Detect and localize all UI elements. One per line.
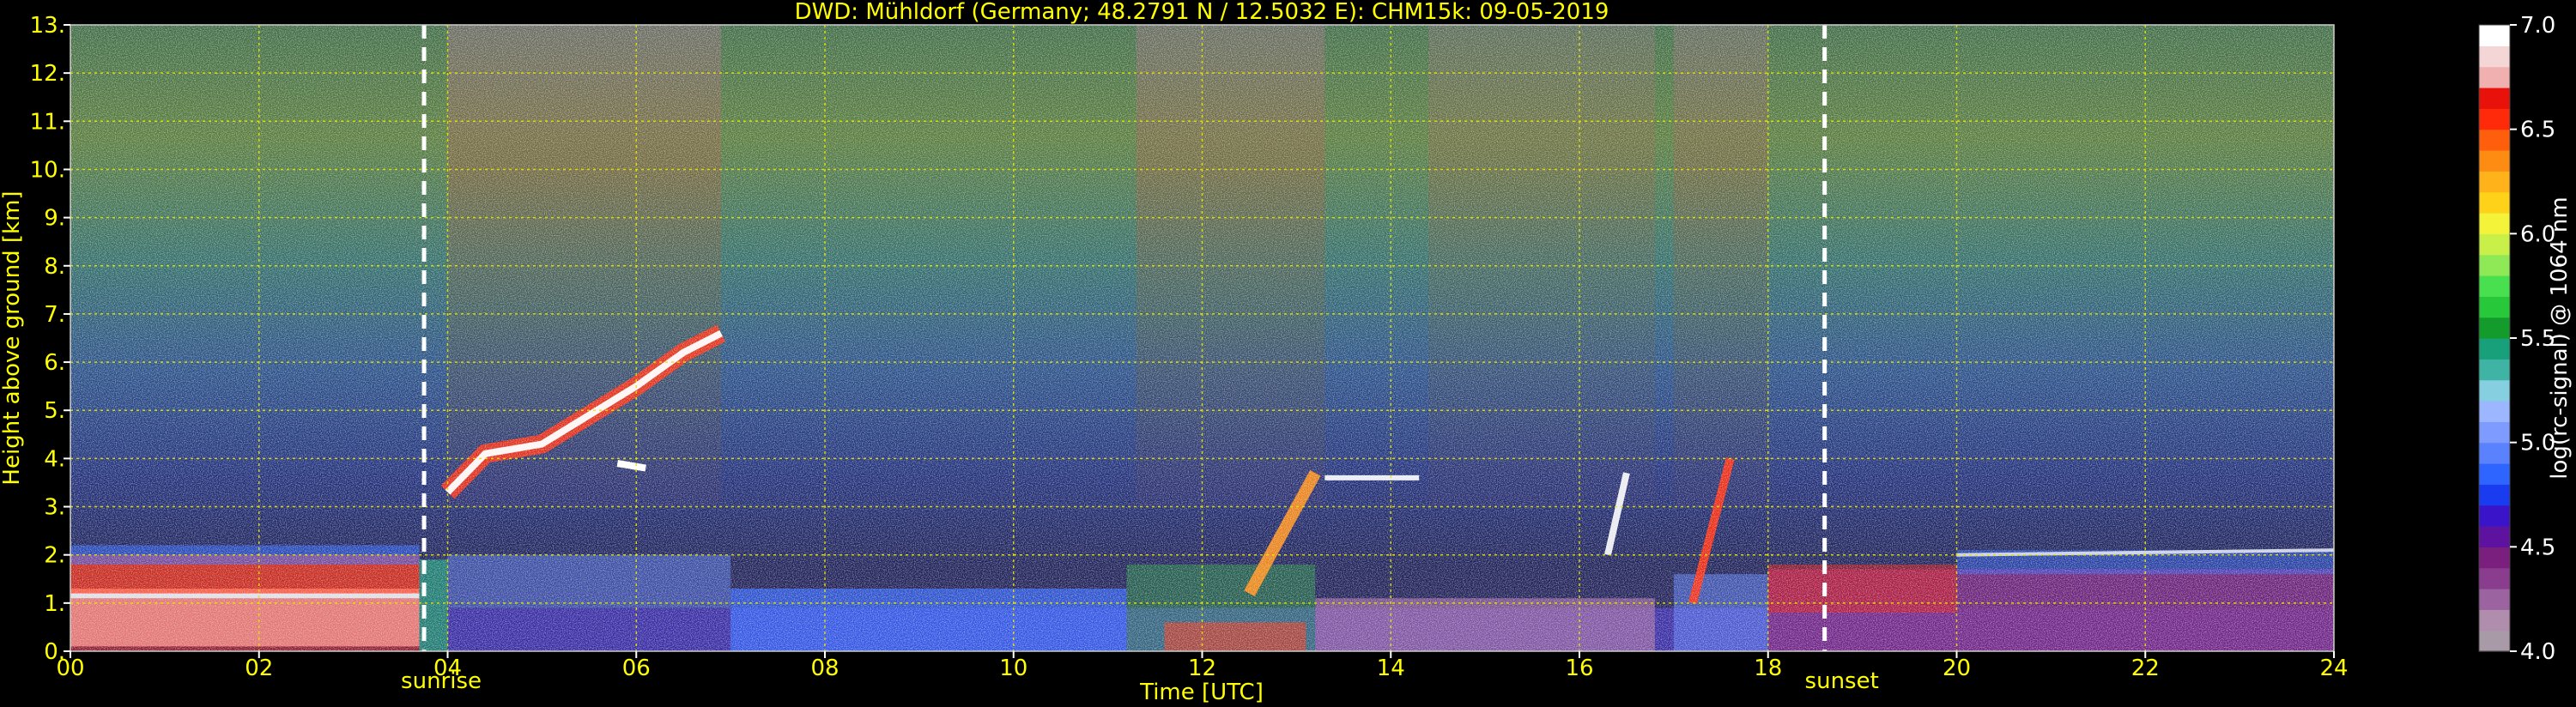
colorbar-segment xyxy=(2479,609,2510,631)
x-tick-label: 06 xyxy=(622,656,651,681)
colorbar-tick-label: 7.0 xyxy=(2520,13,2555,39)
colorbar-segment xyxy=(2479,317,2510,339)
x-tick-label: 22 xyxy=(2131,656,2160,681)
colorbar-segment xyxy=(2479,171,2510,193)
colorbar-segment xyxy=(2479,191,2510,214)
x-tick-label: 18 xyxy=(1754,656,1782,681)
colorbar-segment xyxy=(2479,505,2510,527)
lidar-backscatter-chart: 00 02 04 06 08 10 12 14 16 18 20 22 240.1.2.3.4.5.6.… xyxy=(0,0,2573,705)
colorbar-segment xyxy=(2479,233,2510,256)
colorbar-segment xyxy=(2479,129,2510,151)
x-tick-label: 20 xyxy=(1943,656,1971,681)
colorbar-segment xyxy=(2479,589,2510,610)
y-tick-label: 0. xyxy=(44,639,65,665)
colorbar-segment xyxy=(2479,296,2510,318)
colorbar: 4.04.55.05.56.06.57.0 xyxy=(2478,13,2555,665)
colorbar-segment xyxy=(2479,484,2510,506)
colorbar-segment xyxy=(2479,359,2510,381)
x-tick-label: 16 xyxy=(1565,656,1593,681)
plot-area xyxy=(70,25,2334,651)
colorbar-segment xyxy=(2479,254,2510,276)
x-tick-label: 10 xyxy=(999,656,1027,681)
x-tick-label: 24 xyxy=(2319,656,2348,681)
colorbar-segment xyxy=(2479,108,2510,130)
x-tick-label: 08 xyxy=(810,656,839,681)
y-tick-label: 3. xyxy=(44,495,65,521)
x-tick-label: 02 xyxy=(245,656,273,681)
x-tick-label: 14 xyxy=(1377,656,1405,681)
x-axis-label: Time [UTC] xyxy=(1139,680,1264,705)
colorbar-segment xyxy=(2479,526,2510,547)
y-axis-label: Height above ground [km] xyxy=(0,190,25,485)
colorbar-segment xyxy=(2479,338,2510,360)
sunrise-label: sunrise xyxy=(401,668,482,694)
sunset-label: sunset xyxy=(1805,668,1879,694)
colorbar-segment xyxy=(2479,630,2510,652)
colorbar-tick-label: 6.5 xyxy=(2520,118,2555,143)
colorbar-segment xyxy=(2479,213,2510,234)
y-tick-label: 11. xyxy=(30,109,65,135)
colorbar-segment xyxy=(2479,66,2510,88)
y-tick-label: 9. xyxy=(44,206,65,232)
colorbar-segment xyxy=(2479,421,2510,444)
colorbar-segment xyxy=(2479,88,2510,109)
colorbar-tick-label: 4.5 xyxy=(2520,535,2555,560)
colorbar-segment xyxy=(2479,25,2510,46)
colorbar-segment xyxy=(2479,275,2510,297)
colorbar-label: log(rc-signal) @ 1064 nm xyxy=(2547,196,2573,479)
colorbar-segment xyxy=(2479,567,2510,589)
y-tick-label: 8. xyxy=(44,254,65,280)
y-tick-label: 4. xyxy=(44,446,65,472)
y-tick-label: 1. xyxy=(44,591,65,617)
y-tick-label: 2. xyxy=(44,543,65,569)
colorbar-segment xyxy=(2479,401,2510,422)
colorbar-segment xyxy=(2479,150,2510,172)
y-tick-label: 7. xyxy=(44,302,65,328)
y-tick-label: 13. xyxy=(30,13,65,39)
x-tick-label: 12 xyxy=(1188,656,1216,681)
y-tick-label: 10. xyxy=(30,157,65,183)
y-tick-label: 12. xyxy=(30,61,65,87)
colorbar-segment xyxy=(2479,45,2510,68)
y-tick-label: 5. xyxy=(44,398,65,424)
chart-title: DWD: Mühldorf (Germany; 48.2791 N / 12.5… xyxy=(795,0,1609,25)
y-tick-label: 6. xyxy=(44,350,65,376)
colorbar-tick-label: 4.0 xyxy=(2520,639,2555,665)
colorbar-segment xyxy=(2479,442,2510,464)
colorbar-segment xyxy=(2479,547,2510,569)
colorbar-segment xyxy=(2479,463,2510,485)
colorbar-segment xyxy=(2479,379,2510,402)
